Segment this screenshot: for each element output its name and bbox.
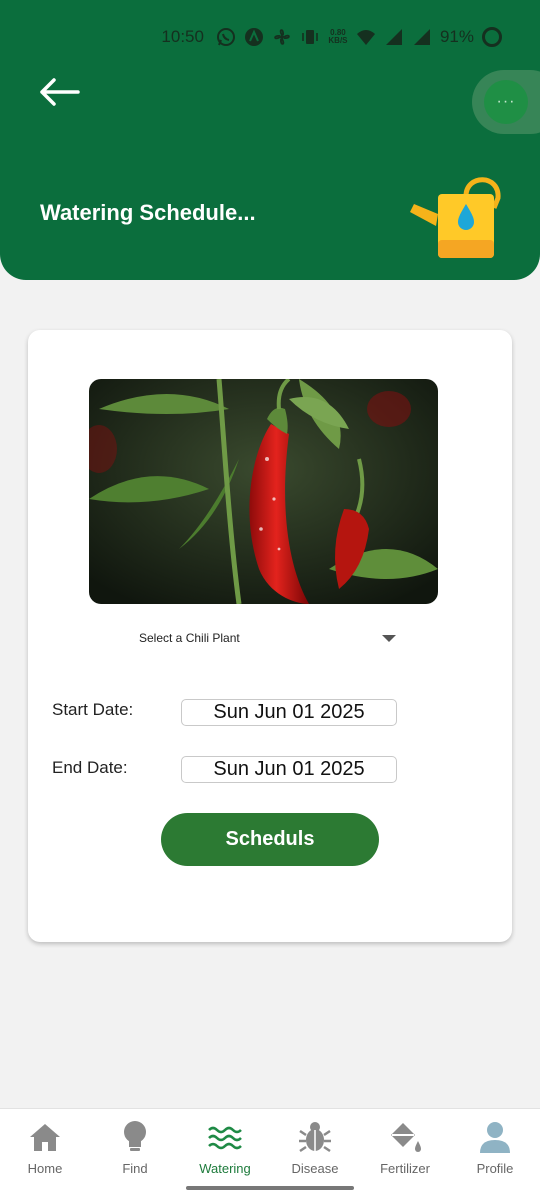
watering-can-icon <box>408 168 504 262</box>
start-date-field[interactable]: Sun Jun 01 2025 <box>181 699 397 726</box>
home-icon <box>30 1124 60 1151</box>
water-waves-icon <box>208 1126 242 1150</box>
back-button[interactable] <box>38 72 86 112</box>
chili-plant-select[interactable]: Select a Chili Plant <box>138 630 398 648</box>
page-title: Watering Schedule... <box>40 200 256 225</box>
nav-label-profile: Profile <box>476 1161 514 1176</box>
wifi-icon <box>356 27 376 47</box>
end-date-label: End Date: <box>52 758 128 777</box>
fertilizer-icon <box>391 1123 421 1152</box>
chili-plant-image <box>89 379 438 604</box>
vibrate-icon <box>300 27 320 47</box>
schedule-button[interactable]: Scheduls <box>161 813 379 866</box>
end-date-field[interactable]: Sun Jun 01 2025 <box>181 756 397 783</box>
signal-icon <box>384 27 404 47</box>
person-icon <box>480 1122 510 1153</box>
fan-icon <box>272 27 292 47</box>
dropdown-arrow-icon <box>382 635 396 642</box>
nav-item-home[interactable]: Home <box>0 1119 90 1179</box>
home-indicator[interactable] <box>186 1186 354 1190</box>
select-label: Select a Chili Plant <box>139 631 240 645</box>
net-speed-unit: KB/S <box>328 36 348 45</box>
nav-item-fertilizer[interactable]: Fertilizer <box>360 1119 450 1179</box>
bug-icon <box>299 1122 331 1153</box>
nav-label-watering: Watering <box>199 1161 251 1176</box>
start-date-label: Start Date: <box>52 700 134 719</box>
signal-icon-2 <box>412 27 432 47</box>
app-notification-icon <box>244 27 264 47</box>
nav-label-find: Find <box>122 1161 148 1176</box>
whatsapp-icon <box>216 27 236 47</box>
nav-label-disease: Disease <box>291 1161 339 1176</box>
nav-item-profile[interactable]: Profile <box>450 1119 540 1179</box>
battery-icon <box>482 27 502 47</box>
status-bar: 10:50 0.80 KB/S 91% <box>161 22 502 52</box>
schedule-card: Select a Chili Plant Start Date: Sun Jun… <box>28 330 512 942</box>
nav-item-disease[interactable]: Disease <box>270 1119 360 1179</box>
nav-item-watering[interactable]: Watering <box>180 1119 270 1179</box>
more-dots-icon[interactable]: ··· <box>484 80 528 124</box>
nav-item-find[interactable]: Find <box>90 1119 180 1179</box>
arrow-left-icon <box>40 78 80 106</box>
nav-label-home: Home <box>27 1161 63 1176</box>
lightbulb-icon <box>124 1121 146 1151</box>
battery-percent: 91% <box>439 27 474 46</box>
nav-label-fertilizer: Fertilizer <box>380 1161 430 1176</box>
network-speed: 0.80 KB/S <box>328 27 348 47</box>
status-time: 10:50 <box>161 27 204 46</box>
